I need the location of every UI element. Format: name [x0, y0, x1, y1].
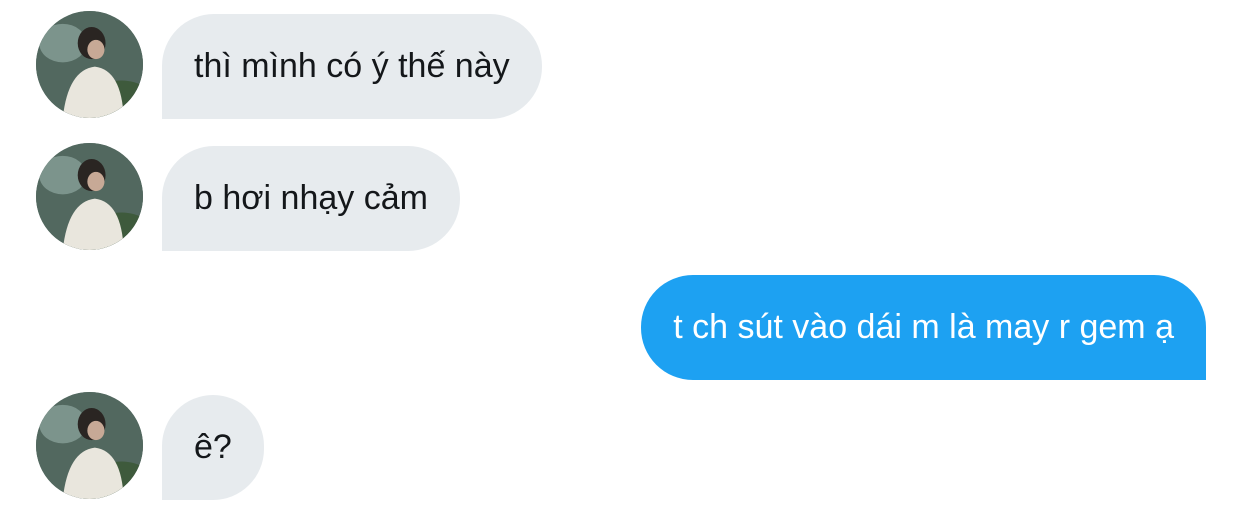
message-bubble-incoming[interactable]: thì mình có ý thế này [162, 14, 542, 119]
message-bubble-incoming[interactable]: ê? [162, 395, 264, 500]
avatar-photo [36, 143, 143, 250]
message-text: t ch sút vào dái m là may r gem ạ [673, 308, 1174, 346]
message-text: ê? [194, 428, 232, 466]
message-bubble-incoming[interactable]: b hơi nhạy cảm [162, 146, 460, 251]
message-bubble-outgoing[interactable]: t ch sút vào dái m là may r gem ạ [641, 275, 1206, 380]
avatar-photo [36, 392, 143, 499]
avatar-photo [36, 11, 143, 118]
avatar[interactable] [36, 143, 143, 250]
avatar[interactable] [36, 11, 143, 118]
avatar[interactable] [36, 392, 143, 499]
message-text: thì mình có ý thế này [194, 47, 510, 85]
message-text: b hơi nhạy cảm [194, 179, 428, 217]
